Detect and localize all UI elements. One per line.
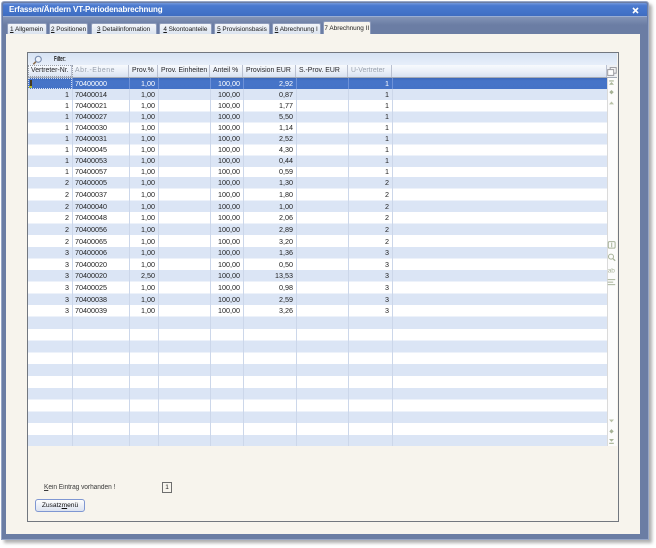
- svg-text:ab: ab: [607, 267, 615, 274]
